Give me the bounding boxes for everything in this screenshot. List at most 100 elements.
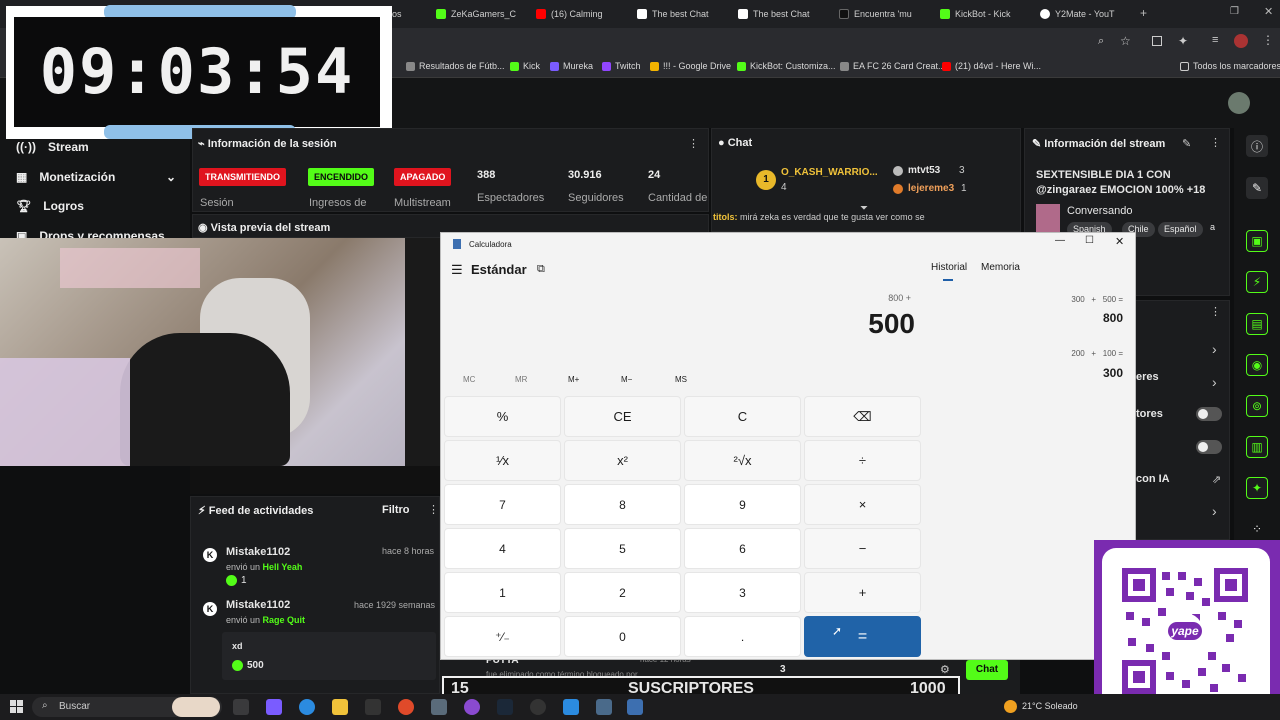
broadcast-icon[interactable]: ⊚ <box>1246 395 1268 417</box>
browser-tab[interactable]: Encuentra 'mu <box>839 4 931 24</box>
multiply-button[interactable]: × <box>804 484 921 525</box>
chatter-name[interactable]: mtvt53 <box>908 165 940 176</box>
clear-button[interactable]: C <box>684 396 801 437</box>
kebab-menu-icon[interactable]: ⋮ <box>1210 305 1221 318</box>
puzzle-icon[interactable]: ✦ <box>1178 34 1188 48</box>
backspace-button[interactable]: ⌫ <box>804 396 921 437</box>
history-expression[interactable]: 200 + 100 = <box>1001 349 1123 358</box>
app-icon[interactable] <box>431 699 447 715</box>
all-bookmarks[interactable]: Todos los marcadores <box>1180 61 1280 71</box>
chevron-right-icon[interactable]: › <box>1212 341 1217 357</box>
bookmark-item[interactable]: (21) d4vd - Here Wi... <box>942 61 1041 71</box>
bookmark-item[interactable]: KickBot: Customiza... <box>737 61 836 71</box>
digit-9-button[interactable]: 9 <box>684 484 801 525</box>
bookmark-item[interactable]: Twitch <box>602 61 641 71</box>
user-avatar[interactable] <box>1228 92 1250 114</box>
zoom-icon[interactable]: ⌕ <box>1098 35 1104 48</box>
kebab-menu-icon[interactable]: ⋮ <box>1210 136 1221 149</box>
bookmark-item[interactable]: Kick <box>510 61 540 71</box>
sidebar-item-stream[interactable]: ((·)) Stream <box>16 140 89 154</box>
close-icon[interactable]: ✕ <box>1115 235 1124 248</box>
app-icon[interactable] <box>365 699 381 715</box>
digit-8-button[interactable]: 8 <box>564 484 681 525</box>
memory-clear-button[interactable]: MC <box>463 375 475 384</box>
layout-icon[interactable]: ▥ <box>1246 436 1268 458</box>
chatter-name[interactable]: lejereme3 <box>908 183 954 194</box>
file-explorer-icon[interactable] <box>332 699 348 715</box>
chat-icon[interactable]: ◉ <box>1246 354 1268 376</box>
settings-gear-icon[interactable]: ⚙︎ <box>940 663 950 676</box>
maximize-icon[interactable]: ☐ <box>1085 235 1094 246</box>
task-view-icon[interactable] <box>233 699 249 715</box>
bookmark-star-icon[interactable]: ☆ <box>1120 34 1131 48</box>
digit-2-button[interactable]: 2 <box>564 572 681 613</box>
memory-subtract-button[interactable]: M− <box>621 375 632 384</box>
app-icon[interactable] <box>596 699 612 715</box>
equals-button[interactable]: = <box>804 616 921 657</box>
weather-text[interactable]: 21°C Soleado <box>1022 701 1078 711</box>
memory-store-button[interactable]: MS <box>675 375 687 384</box>
calculator-taskbar-icon[interactable] <box>627 699 643 715</box>
bookmark-item[interactable]: Resultados de Fútb... <box>406 61 505 71</box>
chat-send-button[interactable]: Chat <box>966 660 1008 680</box>
chevron-right-icon[interactable]: › <box>1212 374 1217 390</box>
info-icon[interactable]: ⓘ <box>1246 135 1268 157</box>
copilot-icon[interactable] <box>266 699 282 715</box>
calc-menu-icon[interactable]: ☰ <box>451 262 463 278</box>
tab-memory[interactable]: Memoria <box>981 262 1020 273</box>
restore-window-icon[interactable]: ❐ <box>1230 6 1239 17</box>
decimal-button[interactable]: . <box>684 616 801 657</box>
digit-7-button[interactable]: 7 <box>444 484 561 525</box>
kebab-menu-icon[interactable]: ⋮ <box>428 503 439 516</box>
reciprocal-button[interactable]: ¹⁄x <box>444 440 561 481</box>
sidebar-item-achievements[interactable]: 🏆︎ Logros <box>16 199 84 213</box>
chevron-right-icon[interactable]: › <box>1212 503 1217 519</box>
dots-icon[interactable]: ⁘ <box>1246 518 1268 540</box>
close-window-icon[interactable]: ✕ <box>1264 5 1273 18</box>
filter-button[interactable]: Filtro <box>382 504 410 516</box>
minimize-icon[interactable]: — <box>1055 235 1065 246</box>
bookmark-item[interactable]: EA FC 26 Card Creat... <box>840 61 946 71</box>
toggle-switch[interactable] <box>1196 440 1222 454</box>
memory-add-button[interactable]: M+ <box>568 375 579 384</box>
feed-user[interactable]: Mistake1102 <box>226 599 290 611</box>
history-result[interactable]: 800 <box>1001 311 1123 325</box>
extension-icon[interactable] <box>1152 36 1162 46</box>
subtract-button[interactable]: − <box>804 528 921 569</box>
history-result[interactable]: 300 <box>1001 366 1123 380</box>
browser-tab[interactable]: The best Chat <box>738 4 830 24</box>
toggle-switch[interactable] <box>1196 407 1222 421</box>
history-expression[interactable]: 300 + 500 = <box>1001 295 1123 304</box>
digit-4-button[interactable]: 4 <box>444 528 561 569</box>
digit-6-button[interactable]: 6 <box>684 528 801 569</box>
keep-on-top-icon[interactable]: ⧉ <box>537 263 545 276</box>
browser-tab[interactable]: (16) Calming <box>536 4 628 24</box>
negate-button[interactable]: ⁺⁄₋ <box>444 616 561 657</box>
square-root-button[interactable]: ²√x <box>684 440 801 481</box>
kebab-menu-icon[interactable]: ⋮ <box>688 137 699 150</box>
digit-5-button[interactable]: 5 <box>564 528 681 569</box>
obs-icon[interactable] <box>464 699 480 715</box>
browser-tab[interactable]: ZeKaGamers_C <box>436 4 528 24</box>
clear-entry-button[interactable]: CE <box>564 396 681 437</box>
tag-chip[interactable]: Español <box>1158 222 1203 237</box>
browser-tab[interactable]: Y2Mate - YouT <box>1040 4 1132 24</box>
app-icon[interactable] <box>563 699 579 715</box>
steam-icon[interactable] <box>497 699 513 715</box>
square-button[interactable]: x² <box>564 440 681 481</box>
windows-start-icon[interactable] <box>10 700 23 713</box>
chrome-icon[interactable] <box>398 699 414 715</box>
menu-list-icon[interactable]: ≡ <box>1212 34 1218 46</box>
scan-icon[interactable]: ▣ <box>1246 230 1268 252</box>
digit-3-button[interactable]: 3 <box>684 572 801 613</box>
profile-avatar[interactable] <box>1234 34 1248 48</box>
wrench-icon[interactable]: ✦ <box>1246 477 1268 499</box>
bookmark-item[interactable]: !!! - Google Drive <box>650 61 731 71</box>
new-tab-icon[interactable]: + <box>1140 6 1147 20</box>
kebab-menu-icon[interactable]: ⋮ <box>1262 33 1274 47</box>
edge-icon[interactable] <box>299 699 315 715</box>
digit-0-button[interactable]: 0 <box>564 616 681 657</box>
feed-user[interactable]: Mistake1102 <box>226 546 290 558</box>
percent-button[interactable]: % <box>444 396 561 437</box>
bookmark-item[interactable]: Mureka <box>550 61 593 71</box>
